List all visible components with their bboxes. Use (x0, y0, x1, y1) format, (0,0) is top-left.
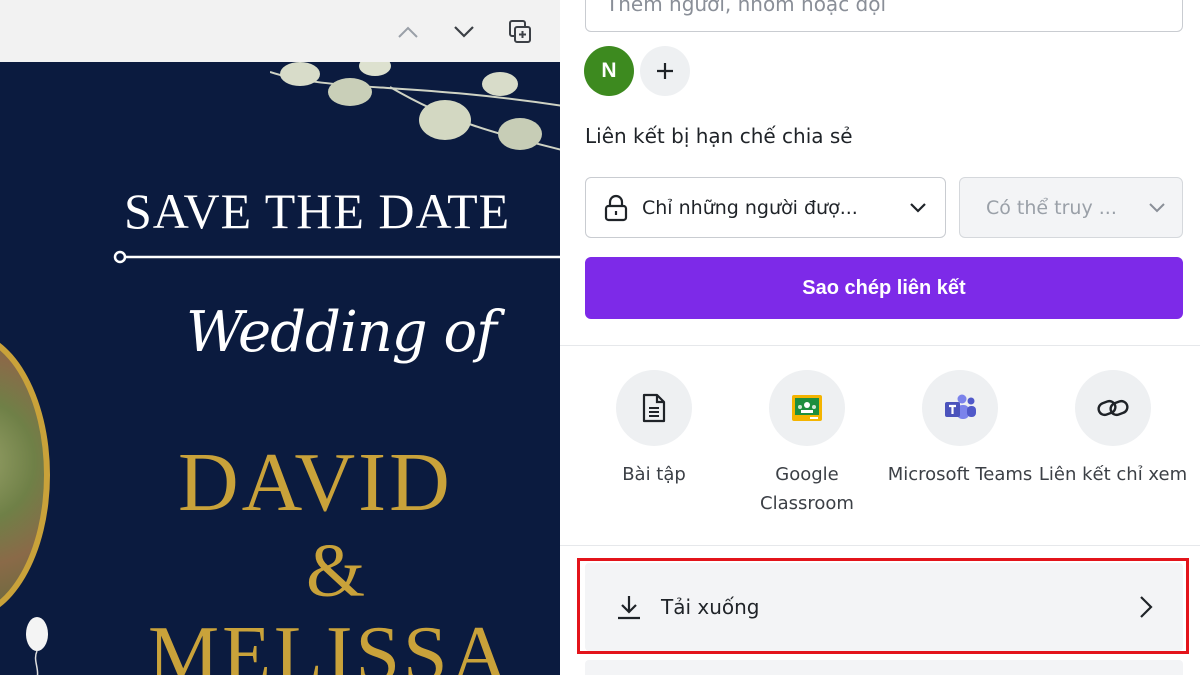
share-option-google-classroom[interactable]: Google Classroom (732, 370, 882, 518)
editor-area: SAVE THE DATE Wedding of DAVID & MELISSA (0, 0, 560, 675)
link-access-heading: Liên kết bị hạn chế chia sẻ (585, 124, 853, 148)
save-the-date-headline[interactable]: SAVE THE DATE (124, 182, 560, 240)
permission-dropdown[interactable]: Có thể truy ... (959, 177, 1183, 238)
design-canvas[interactable]: SAVE THE DATE Wedding of DAVID & MELISSA (0, 62, 560, 675)
chevron-down-icon (910, 202, 926, 213)
move-page-up-button[interactable] (394, 18, 422, 46)
share-option-icon-wrap (616, 370, 692, 446)
add-collaborator-button[interactable] (640, 46, 690, 96)
share-option-icon-wrap (769, 370, 845, 446)
name-one-text[interactable]: DAVID (178, 434, 453, 531)
next-option-row[interactable] (585, 660, 1183, 675)
section-divider (560, 345, 1200, 346)
add-people-input[interactable]: Thêm người, nhóm hoặc đội (585, 0, 1183, 32)
leaf-decoration (270, 62, 560, 151)
duplicate-page-button[interactable] (506, 18, 534, 46)
permission-value: Có thể truy ... (986, 196, 1117, 219)
copy-link-button[interactable]: Sao chép liên kết (585, 257, 1183, 319)
share-option-label: Bài tập (622, 464, 686, 485)
microsoft-teams-icon (945, 394, 976, 419)
move-page-down-button[interactable] (450, 18, 478, 46)
download-label: Tải xuống (661, 595, 760, 619)
share-option-label: Liên kết chỉ xem (1038, 464, 1188, 485)
section-divider (560, 545, 1200, 546)
couple-photo[interactable] (0, 330, 50, 620)
add-people-placeholder: Thêm người, nhóm hoặc đội (606, 0, 887, 16)
download-option[interactable]: Tải xuống (585, 563, 1183, 651)
share-option-assignment[interactable]: Bài tập (579, 370, 729, 489)
collaborator-avatar[interactable]: N (584, 46, 634, 96)
google-classroom-icon (792, 395, 822, 421)
share-option-label: Google Classroom (760, 464, 854, 514)
link-access-value: Chỉ những người đượ... (642, 196, 858, 219)
divider-line (113, 250, 560, 264)
wedding-of-text[interactable]: Wedding of (186, 300, 497, 365)
chevron-down-icon (1149, 202, 1165, 212)
ampersand-text[interactable]: & (306, 528, 365, 615)
name-two-text[interactable]: MELISSA (148, 610, 511, 675)
assignment-document-icon (642, 393, 666, 423)
download-icon (618, 596, 640, 620)
chevron-up-icon (398, 26, 418, 38)
page-toolbar (0, 0, 560, 62)
share-option-view-only-link[interactable]: Liên kết chỉ xem (1038, 370, 1188, 489)
link-icon (1097, 399, 1129, 417)
share-option-icon-wrap (1075, 370, 1151, 446)
share-option-icon-wrap (922, 370, 998, 446)
share-panel: Thêm người, nhóm hoặc đội N Liên kết bị … (560, 0, 1200, 675)
lock-icon (604, 194, 628, 221)
share-option-label: Microsoft Teams (887, 464, 1033, 485)
balloon-decoration (26, 617, 48, 675)
duplicate-page-icon (509, 20, 531, 43)
link-access-dropdown[interactable]: Chỉ những người đượ... (585, 177, 946, 238)
chevron-down-icon (454, 26, 474, 38)
chevron-right-icon (1140, 596, 1153, 618)
plus-icon (657, 63, 673, 79)
share-option-microsoft-teams[interactable]: Microsoft Teams (885, 370, 1035, 489)
